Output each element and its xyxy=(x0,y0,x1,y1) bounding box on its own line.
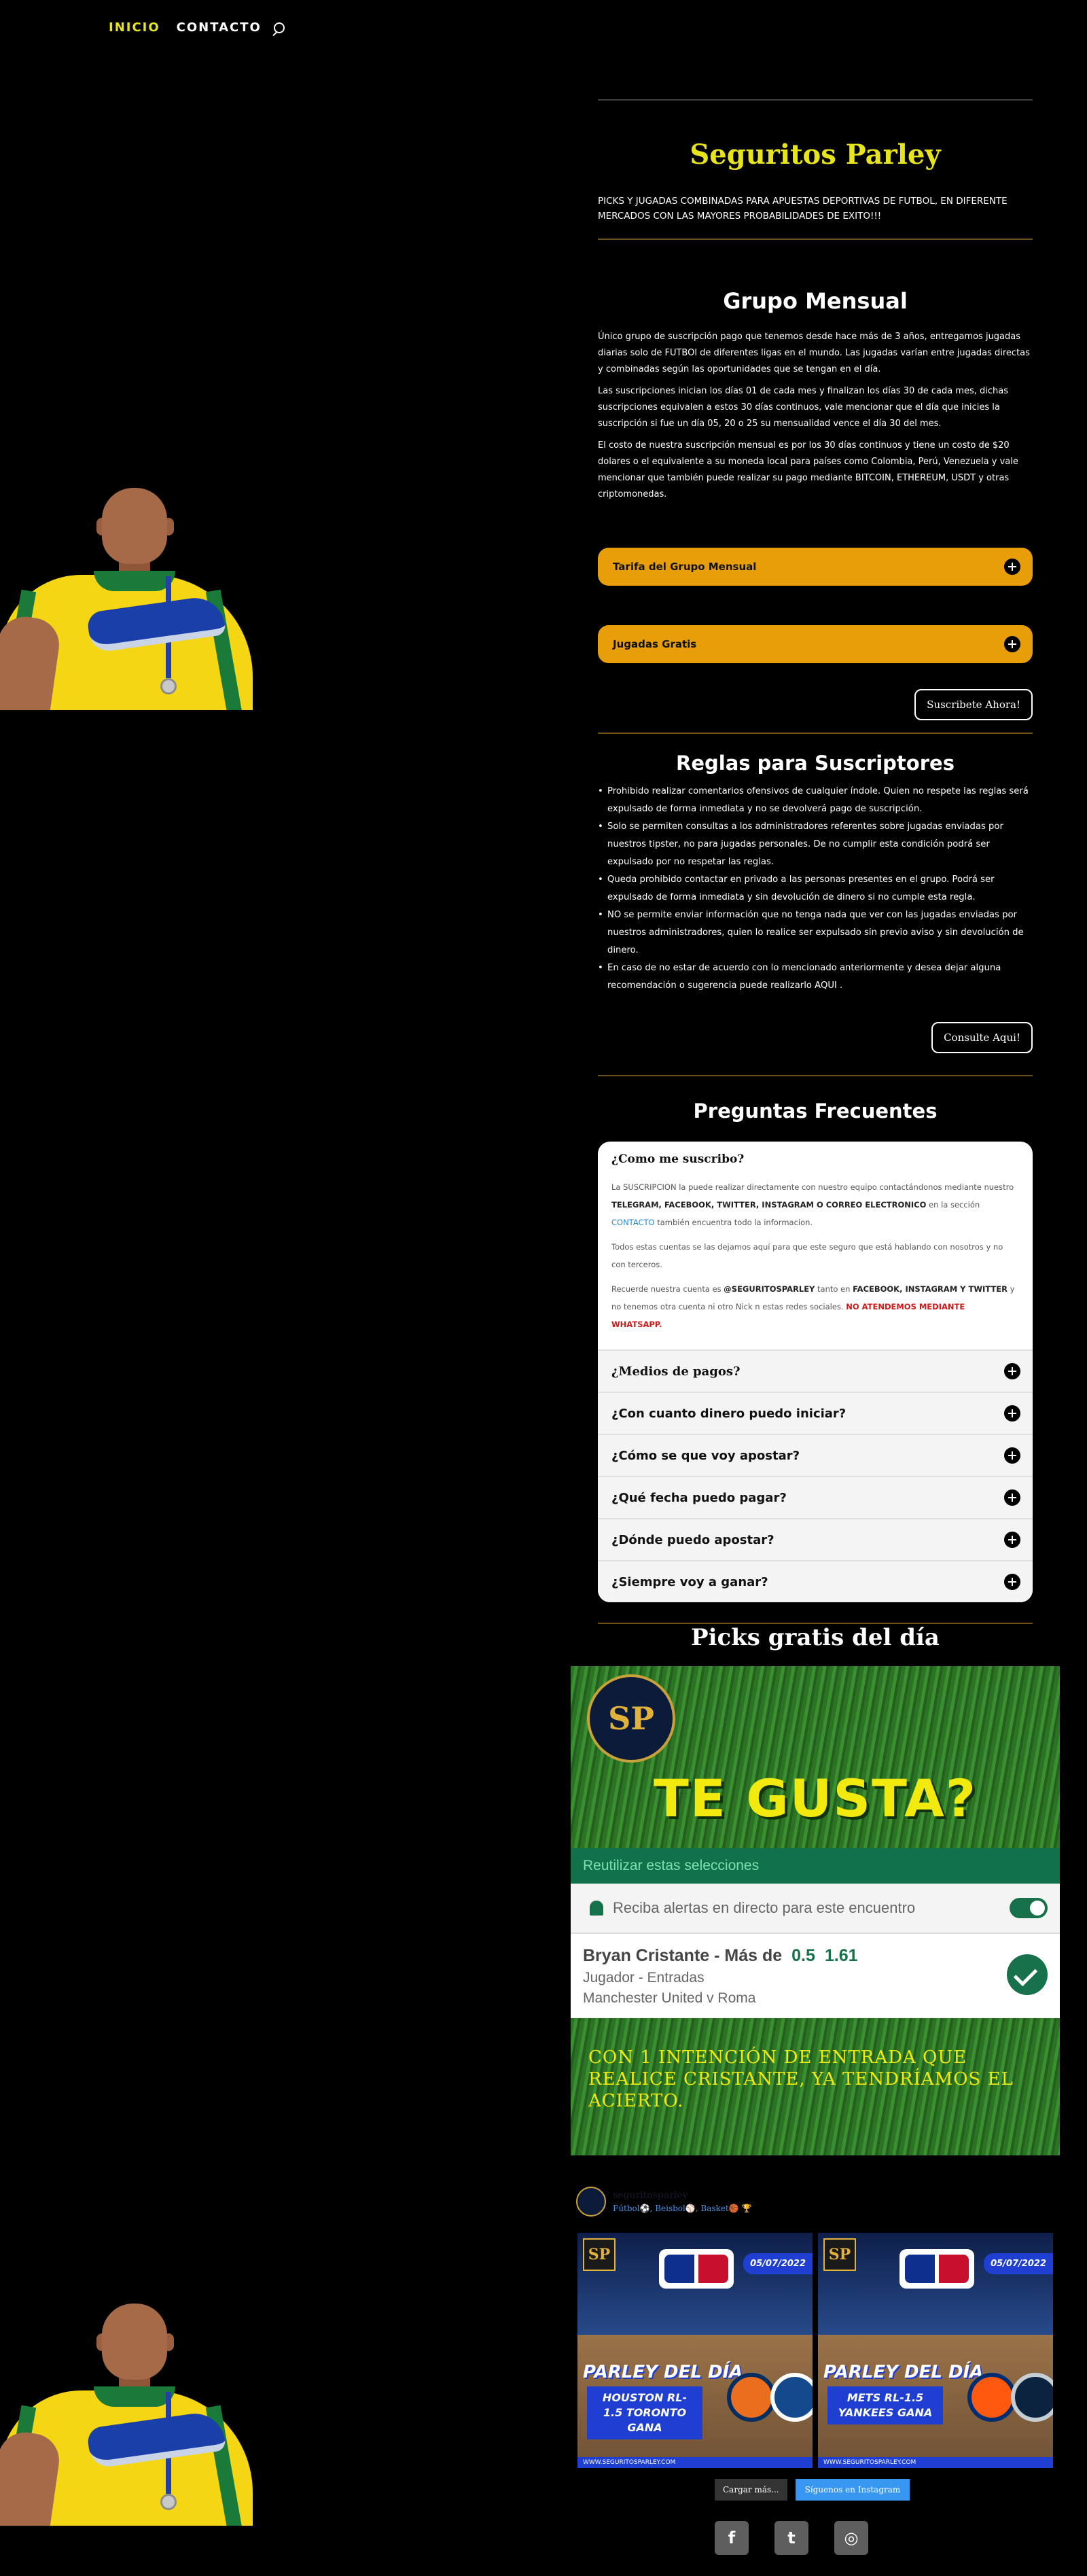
bell-icon xyxy=(590,1901,603,1916)
reglas-title: Reglas para Suscriptores xyxy=(676,752,955,775)
consult-button[interactable]: Consulte Aqui! xyxy=(931,1022,1033,1053)
faq-item[interactable]: ¿Qué fecha puedo pagar? xyxy=(598,1476,1033,1518)
load-more-button[interactable]: Cargar más... xyxy=(715,2479,787,2501)
instagram-header: seguritosparley Fútbol⚽, Beisbol⚾, Baske… xyxy=(576,2187,751,2217)
faq-accordion: ¿Como me suscribo? La SUSCRIPCION la pue… xyxy=(598,1142,1033,1602)
faq-section: Preguntas Frecuentes ¿Como me suscribo? … xyxy=(598,1075,1033,1624)
contact-link[interactable]: CONTACTO xyxy=(611,1218,655,1227)
faq-answer: La SUSCRIPCION la puede realizar directa… xyxy=(611,1182,1014,1227)
subscribe-button[interactable]: Suscribete Ahora! xyxy=(914,689,1033,720)
bluejays-logo-icon xyxy=(770,2373,813,2422)
instagram-username[interactable]: seguritosparley xyxy=(613,2190,751,2201)
brand-section: Seguritos Parley PICKS Y JUGADAS COMBINA… xyxy=(598,99,1033,240)
instagram-post[interactable]: SP 05/07/2022 PARLEY DEL DÍA METS RL-1.5… xyxy=(818,2233,1053,2468)
avatar[interactable] xyxy=(576,2187,606,2217)
twitter-icon[interactable]: t xyxy=(774,2521,808,2555)
plus-icon xyxy=(1004,559,1020,575)
faq-item[interactable]: ¿Medios de pagos? xyxy=(598,1349,1033,1392)
picks-image: SP TE GUSTA? Reutilizar estas seleccione… xyxy=(571,1666,1060,2155)
site-tagline: PICKS Y JUGADAS COMBINADAS PARA APUESTAS… xyxy=(598,196,1008,222)
faq-item[interactable]: ¿Cómo se que voy apostar? xyxy=(598,1434,1033,1476)
brand-logo: SP xyxy=(587,1674,675,1763)
divider xyxy=(598,733,1033,734)
reglas-list: Prohibido realizar comentarios ofensivos… xyxy=(598,783,1033,995)
bet-alert-row: Reciba alertas en directo para este encu… xyxy=(571,1884,1060,1934)
facebook-icon[interactable]: f xyxy=(715,2521,749,2555)
reglas-section: Reglas para Suscriptores Prohibido reali… xyxy=(598,733,1033,995)
instagram-icon[interactable]: ◎ xyxy=(834,2521,868,2555)
accordion-label: Tarifa del Grupo Mensual xyxy=(613,561,757,573)
list-item: En caso de no estar de acuerdo con lo me… xyxy=(598,959,1033,995)
player-image xyxy=(0,2304,253,2526)
alert-toggle xyxy=(1010,1898,1048,1918)
mlb-logo-icon xyxy=(899,2249,974,2289)
picks-title: Picks gratis del día xyxy=(691,1624,940,1651)
plus-icon xyxy=(1004,1532,1020,1548)
grupo-title: Grupo Mensual xyxy=(723,288,908,314)
divider xyxy=(598,1075,1033,1076)
instagram-post[interactable]: SP 05/07/2022 PARLEY DEL DÍA HOUSTON RL-… xyxy=(577,2233,813,2468)
plus-icon xyxy=(1004,1447,1020,1464)
main-nav: INICIO CONTACTO xyxy=(109,20,285,35)
search-icon[interactable] xyxy=(273,22,285,33)
plus-icon xyxy=(1004,1363,1020,1379)
list-item: NO se permite enviar información que no … xyxy=(598,906,1033,959)
plus-icon xyxy=(1004,636,1020,652)
follow-instagram-button[interactable]: Síguenos en Instagram xyxy=(795,2479,910,2501)
accordion-label: Jugadas Gratis xyxy=(613,638,697,650)
grupo-paragraph: El costo de nuestra suscripción mensual … xyxy=(598,440,1018,499)
plus-icon xyxy=(1004,1405,1020,1422)
faq-answer: Recuerde nuestra cuenta es @SEGURITOSPAR… xyxy=(611,1284,1015,1329)
instagram-actions: Cargar más... Síguenos en Instagram xyxy=(715,2479,910,2501)
divider xyxy=(598,239,1033,240)
mets-logo-icon xyxy=(967,2373,1016,2422)
check-icon xyxy=(1007,1954,1048,1995)
picks-caption: CON 1 INTENCIÓN DE ENTRADA QUE REALICE C… xyxy=(588,2047,1014,2111)
faq-title: Preguntas Frecuentes xyxy=(693,1099,938,1123)
site-title: Seguritos Parley xyxy=(690,139,941,171)
grupo-section: Grupo Mensual Único grupo de suscripción… xyxy=(598,288,1033,503)
yankees-logo-icon xyxy=(1011,2373,1053,2422)
list-item: Solo se permiten consultas a los adminis… xyxy=(598,818,1033,871)
grupo-paragraph: Las suscripciones inician los días 01 de… xyxy=(598,386,1008,429)
bet-selection: Bryan Cristante - Más de 0.5 1.61 Jugador … xyxy=(571,1934,1060,2018)
nav-contacto[interactable]: CONTACTO xyxy=(177,20,262,35)
accordion-tarifa[interactable]: Tarifa del Grupo Mensual xyxy=(598,548,1033,586)
faq-question[interactable]: ¿Como me suscribo? xyxy=(611,1152,1018,1166)
mlb-logo-icon xyxy=(659,2249,734,2289)
list-item: Queda prohibido contactar en privado a l… xyxy=(598,871,1033,906)
bet-reuse: Reutilizar estas selecciones xyxy=(571,1848,1060,1884)
plus-icon xyxy=(1004,1574,1020,1590)
accordion-jugadas[interactable]: Jugadas Gratis xyxy=(598,625,1033,663)
plus-icon xyxy=(1004,1489,1020,1506)
divider xyxy=(598,99,1033,101)
list-item: Prohibido realizar comentarios ofensivos… xyxy=(598,783,1033,818)
player-image xyxy=(0,488,253,710)
picks-headline: TE GUSTA? xyxy=(654,1768,977,1829)
grupo-paragraph: Único grupo de suscripción pago que tene… xyxy=(598,332,1030,374)
faq-item[interactable]: ¿Dónde puedo apostar? xyxy=(598,1518,1033,1560)
nav-inicio[interactable]: INICIO xyxy=(109,20,160,35)
instagram-bio: Fútbol⚽, Beisbol⚾, Basket🏀 🏆 xyxy=(613,2204,752,2213)
astros-logo-icon xyxy=(727,2373,776,2422)
faq-item[interactable]: ¿Con cuanto dinero puedo iniciar? xyxy=(598,1392,1033,1434)
faq-open-item: ¿Como me suscribo? La SUSCRIPCION la pue… xyxy=(598,1142,1033,1349)
social-links: f t ◎ xyxy=(715,2521,868,2555)
faq-item[interactable]: ¿Siempre voy a ganar? xyxy=(598,1560,1033,1602)
faq-answer: Todos estas cuentas se las dejamos aquí … xyxy=(611,1242,1003,1269)
